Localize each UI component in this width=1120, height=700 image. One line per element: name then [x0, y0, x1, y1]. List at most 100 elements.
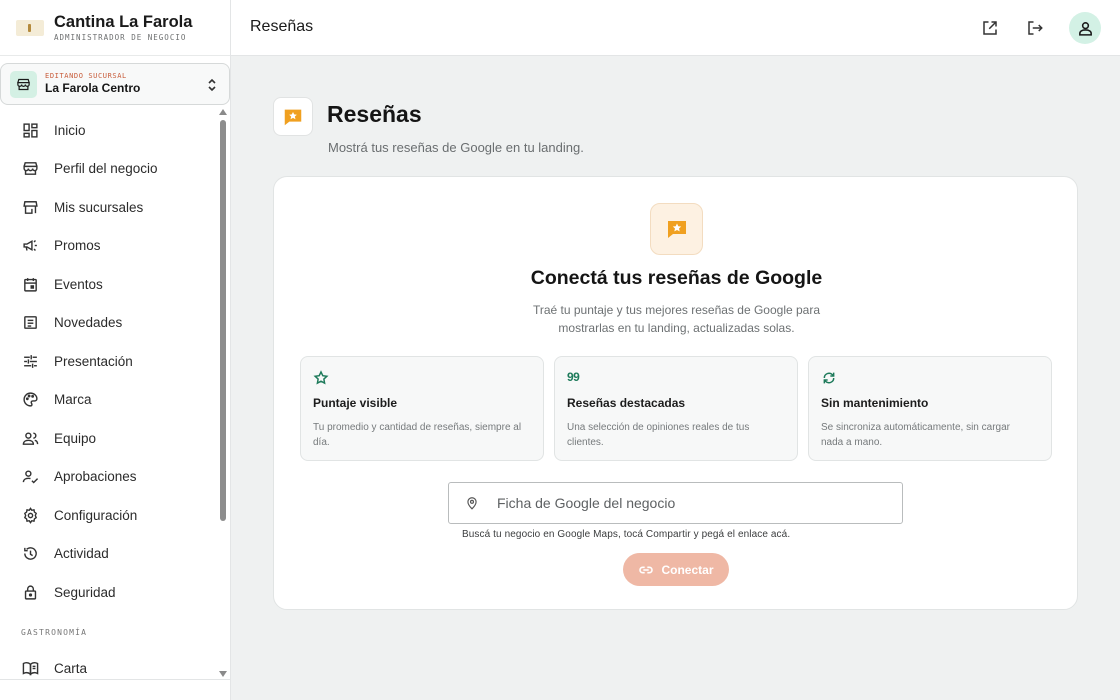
sidebar-item-inicio[interactable]: Inicio: [0, 111, 216, 150]
avatar-button[interactable]: [1069, 12, 1101, 44]
page-subtitle: Mostrá tus reseñas de Google en tu landi…: [328, 140, 584, 155]
sidebar: Cantina La Farola ADMINISTRADOR DE NEGOC…: [0, 0, 231, 700]
lock-icon: [22, 584, 54, 601]
connect-label: Conectar: [661, 562, 714, 577]
link-icon: [638, 562, 661, 578]
sidebar-item-label: Presentación: [54, 353, 133, 369]
person-icon: [1077, 20, 1094, 37]
sidebar-scrollbar[interactable]: [217, 107, 229, 679]
feature-description: Tu promedio y cantidad de reseñas, siemp…: [313, 420, 531, 450]
menu-book-icon: [22, 660, 54, 677]
sidebar-item-seguridad[interactable]: Seguridad: [0, 573, 216, 612]
sidebar-item-label: Inicio: [54, 122, 86, 138]
sidebar-item-perfil[interactable]: Perfil del negocio: [0, 150, 216, 189]
location-pin-icon: [465, 495, 479, 511]
palette-icon: [22, 391, 54, 408]
branch-name: La Farola Centro: [45, 81, 141, 95]
page-title: Reseñas: [327, 101, 422, 127]
feature-mantenimiento: Sin mantenimiento Se sincroniza automáti…: [808, 356, 1052, 461]
sidebar-nav: Inicio Perfil del negocio Mis sucursales…: [0, 111, 216, 679]
feature-description: Una selección de opiniones reales de tus…: [567, 420, 785, 450]
sidebar-item-sucursales[interactable]: Mis sucursales: [0, 188, 216, 227]
feature-description-line: Tu promedio y cantidad de reseñas, siemp…: [313, 422, 522, 433]
brand-header[interactable]: Cantina La Farola ADMINISTRADOR DE NEGOC…: [0, 0, 230, 56]
card-description-line: mostrarlas en tu landing, actualizadas s…: [558, 321, 795, 335]
brand-name: Cantina La Farola: [54, 13, 193, 31]
sidebar-item-label: Perfil del negocio: [54, 161, 158, 177]
sidebar-item-aprobaciones[interactable]: Aprobaciones: [0, 458, 216, 497]
scroll-down-arrow[interactable]: [219, 671, 227, 677]
sidebar-item-label: Eventos: [54, 276, 103, 292]
branch-eyebrow: EDITANDO SUCURSAL: [45, 72, 127, 80]
tune-icon: [22, 353, 54, 370]
feature-title: Sin mantenimiento: [821, 396, 929, 410]
calendar-icon: [22, 276, 54, 293]
google-reviews-card: Conectá tus reseñas de Google Traé tu pu…: [273, 176, 1078, 610]
feature-description-line: día.: [313, 437, 330, 448]
sidebar-item-carta[interactable]: Carta: [0, 650, 216, 680]
sidebar-item-label: Aprobaciones: [54, 469, 137, 485]
nav-section-label: GASTRONOMÍA: [21, 627, 88, 637]
group-icon: [22, 430, 54, 447]
sidebar-item-label: Mis sucursales: [54, 199, 144, 215]
sidebar-item-label: Seguridad: [54, 584, 116, 600]
card-description: Traé tu puntaje y tus mejores reseñas de…: [274, 301, 1079, 337]
sidebar-item-actividad[interactable]: Actividad: [0, 535, 216, 574]
feature-description-line: nada a mano.: [821, 437, 883, 448]
sidebar-item-equipo[interactable]: Equipo: [0, 419, 216, 458]
sidebar-item-eventos[interactable]: Eventos: [0, 265, 216, 304]
open-external-icon: [981, 19, 999, 37]
feature-description-line: Una selección de opiniones reales de tus: [567, 422, 750, 433]
feature-puntaje: Puntaje visible Tu promedio y cantidad d…: [300, 356, 544, 461]
branch-selector[interactable]: EDITANDO SUCURSAL La Farola Centro: [0, 63, 230, 105]
scrollbar-thumb[interactable]: [220, 120, 226, 521]
sidebar-item-label: Equipo: [54, 430, 97, 446]
sidebar-item-label: Carta: [54, 661, 88, 677]
sidebar-item-label: Actividad: [54, 546, 109, 562]
sidebar-footer-divider: [0, 679, 230, 680]
input-hint: Buscá tu negocio en Google Maps, tocá Co…: [462, 529, 791, 540]
google-listing-input[interactable]: Ficha de Google del negocio: [448, 482, 903, 524]
connect-button[interactable]: Conectar: [623, 553, 729, 586]
review-star-icon: [650, 203, 703, 255]
feature-title: Puntaje visible: [313, 396, 398, 410]
sidebar-item-label: Novedades: [54, 315, 123, 331]
feature-description-line: Se sincroniza automáticamente, sin carga…: [821, 422, 1010, 433]
sidebar-item-promos[interactable]: Promos: [0, 227, 216, 266]
campaign-icon: [22, 237, 54, 254]
brand-logo: [16, 19, 44, 36]
sidebar-item-presentacion[interactable]: Presentación: [0, 342, 216, 381]
feature-description-line: clientes.: [567, 437, 604, 448]
storefront-icon: [10, 70, 37, 98]
reviews-page-icon: [273, 97, 313, 136]
sidebar-item-configuracion[interactable]: Configuración: [0, 496, 216, 535]
feature-description: Se sincroniza automáticamente, sin carga…: [821, 420, 1039, 450]
feature-destacadas: 99 Reseñas destacadas Una selección de o…: [554, 356, 798, 461]
card-description-line: Traé tu puntaje y tus mejores reseñas de…: [532, 303, 821, 317]
sync-icon: [821, 370, 1039, 386]
logout-icon: [1026, 19, 1044, 37]
sidebar-item-label: Configuración: [54, 507, 138, 523]
top-bar: Reseñas: [231, 0, 1120, 56]
storefront-icon: [22, 160, 54, 177]
person-check-icon: [22, 468, 54, 485]
topbar-title: Reseñas: [250, 18, 314, 35]
gear-icon: [22, 506, 54, 524]
sidebar-item-novedades[interactable]: Novedades: [0, 304, 216, 343]
article-icon: [22, 314, 54, 331]
dashboard-icon: [22, 122, 54, 139]
sidebar-item-marca[interactable]: Marca: [0, 381, 216, 420]
card-title: Conectá tus reseñas de Google: [530, 267, 823, 289]
unfold-icon: [207, 77, 217, 93]
feature-title: Reseñas destacadas: [567, 396, 686, 410]
open-external-button[interactable]: [977, 15, 1003, 41]
scroll-up-arrow[interactable]: [219, 109, 227, 115]
quote-icon: 99: [567, 370, 580, 384]
sidebar-item-label: Promos: [54, 238, 101, 254]
input-placeholder: Ficha de Google del negocio: [497, 495, 676, 511]
brand-subtitle: ADMINISTRADOR DE NEGOCIO: [54, 33, 187, 42]
history-icon: [22, 545, 54, 562]
sidebar-item-label: Marca: [54, 392, 92, 408]
logout-button[interactable]: [1022, 15, 1048, 41]
star-icon: [313, 370, 531, 386]
